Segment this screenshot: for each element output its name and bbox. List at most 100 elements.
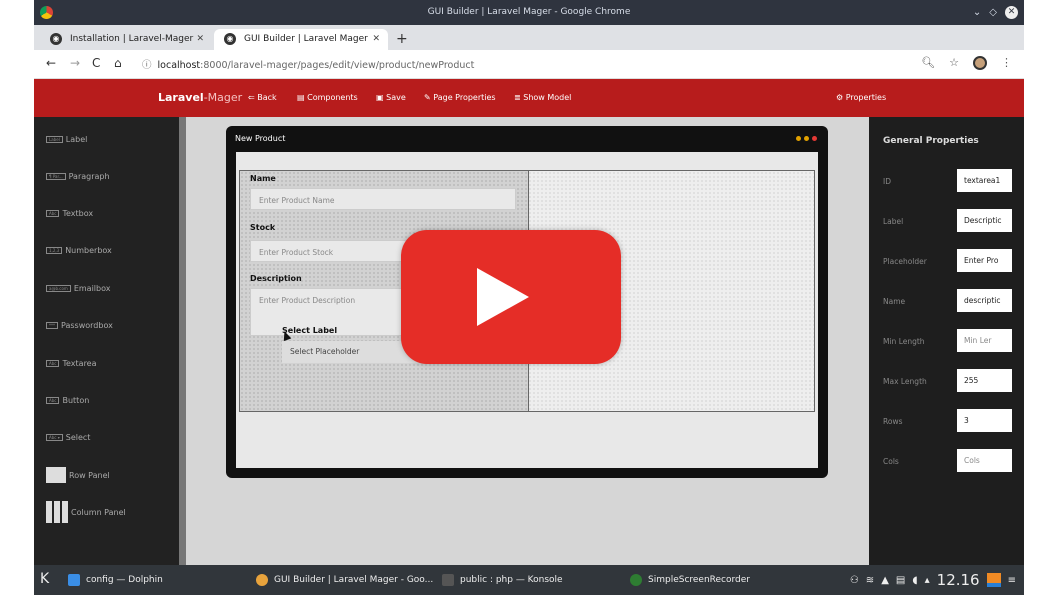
component-numberbox[interactable]: 1,2,3 Numberbox [46,246,112,255]
forward-arrow-icon[interactable]: → [70,56,80,70]
component-passwordbox[interactable]: *** Passwordbox [46,321,113,330]
wifi-icon[interactable]: ≋ [866,575,874,586]
task-label: GUI Builder | Laravel Mager - Goo... [274,575,434,585]
property-input[interactable]: Cols [957,449,1012,472]
tab-strip: ◉ Installation | Laravel-Mager ✕ ◉ GUI B… [34,25,1024,50]
properties-button[interactable]: ⚙ Properties [836,93,886,102]
chrome-icon [40,6,53,19]
lock-icon[interactable]: ▲ [881,575,889,586]
property-label: Cols [883,457,899,466]
property-label: Placeholder [883,257,927,266]
menu-icon[interactable]: ≡ [1008,575,1016,586]
page-properties-label: Page Properties [433,93,496,102]
task-chrome[interactable]: GUI Builder | Laravel Mager - Goo... [256,574,433,586]
user-switcher-icon[interactable] [986,573,1001,587]
component-name: Textarea [62,359,97,368]
show-model-label: Show Model [523,93,572,102]
window-dots [796,136,817,141]
property-input[interactable]: 3 [957,409,1012,432]
brand-rest: -Mager [203,91,243,104]
brand-logo[interactable]: Laravel-Mager [158,91,242,104]
maximize-icon[interactable]: ◇ [989,0,997,25]
dot-icon [804,136,809,141]
menu-dots-icon[interactable]: ⋮ [1001,56,1012,70]
task-konsole[interactable]: public : php — Konsole [442,574,563,586]
back-arrow-icon[interactable]: ← [46,56,56,70]
description-label: Description [250,274,302,283]
component-badge: Abc ▾ [46,434,63,441]
window-title-bar: GUI Builder | Laravel Mager - Google Chr… [34,0,1024,25]
property-input[interactable]: descriptic [957,289,1012,312]
component-label[interactable]: Label Label [46,135,87,144]
component-badge: Abc [46,210,60,217]
network-icon[interactable]: ⚇ [850,575,859,586]
taskbar: K config — Dolphin GUI Builder | Laravel… [34,565,1024,595]
clipboard-icon[interactable]: ▤ [896,575,905,586]
tab-favicon-icon: ◉ [50,33,62,45]
component-emailbox[interactable]: a@b.com Emailbox [46,284,110,293]
component-button[interactable]: Abc Button [46,396,89,405]
components-button[interactable]: ▤ Components [297,93,358,102]
address-actions: 🔍︎ ☆ ⋮ [921,56,1012,70]
property-label: Min Length [883,337,925,346]
component-name: Passwordbox [61,321,113,330]
tab-close-icon[interactable]: ✕ [372,29,380,50]
tab-close-icon[interactable]: ✕ [196,29,204,50]
property-label: Label [883,217,904,226]
row-panel-icon [46,467,66,483]
kde-launcher-icon[interactable]: K [40,571,49,587]
property-input[interactable]: textarea1 [957,169,1012,192]
bookmark-star-icon[interactable]: ☆ [949,56,959,70]
property-input[interactable]: Descriptic [957,209,1012,232]
name-input[interactable]: Enter Product Name [250,188,516,210]
property-input[interactable]: 255 [957,369,1012,392]
component-name: Label [65,135,88,144]
url-field[interactable]: ⓘ localhost:8000/laravel-mager/pages/edit… [142,57,474,71]
info-icon: ⓘ [142,60,152,71]
task-label: public : php — Konsole [460,575,563,585]
component-column-panel[interactable]: Column Panel [46,501,126,523]
dot-icon [812,136,817,141]
zoom-icon[interactable]: 🔍︎ [921,56,935,70]
home-icon[interactable]: ⌂ [114,56,122,70]
properties-panel: General Properties ID textarea1 Label Descr… [869,117,1024,565]
back-button[interactable]: ⇐ Back [248,93,277,102]
minimize-icon[interactable]: ⌄ [973,0,981,25]
tab-gui-builder[interactable]: ◉ GUI Builder | Laravel Mager ✕ [214,29,388,50]
property-input[interactable]: Min Ler [957,329,1012,352]
app-navbar: Laravel-Mager ⇐ Back ▤ Components ▣ Save… [34,79,1024,117]
clock[interactable]: 12.16 [937,571,980,589]
profile-avatar[interactable] [973,56,987,70]
youtube-play-button[interactable] [401,230,621,364]
task-recorder[interactable]: SimpleScreenRecorder [630,574,750,586]
new-tab-icon[interactable]: + [396,29,408,50]
component-name: Emailbox [73,284,111,293]
component-row-panel[interactable]: Row Panel [46,467,110,483]
close-icon[interactable]: ✕ [1005,6,1018,19]
select-placeholder: Select Placeholder [290,347,360,356]
chrome-icon [256,574,268,586]
volume-icon[interactable]: ◖ [912,575,917,586]
window-title: GUI Builder | Laravel Mager - Google Chr… [427,7,631,17]
component-select[interactable]: Abc ▾ Select [46,433,90,442]
component-name: Row Panel [69,470,110,480]
component-paragraph[interactable]: ¶ Par... Paragraph [46,172,110,181]
tab-installation[interactable]: ◉ Installation | Laravel-Mager ✕ [40,29,212,50]
component-name: Select [65,433,91,442]
component-name: Paragraph [68,172,110,181]
show-model-button[interactable]: ≣ Show Model [514,93,571,102]
tray-expand-icon[interactable]: ▴ [925,575,930,586]
property-input[interactable]: Enter Pro [957,249,1012,272]
recorder-icon [630,574,642,586]
save-button[interactable]: ▣ Save [376,93,406,102]
component-textbox[interactable]: Abc Textbox [46,209,93,218]
folder-icon [68,574,80,586]
reload-icon[interactable]: C [92,56,100,70]
page-properties-button[interactable]: ✎ Page Properties [424,93,496,102]
name-label: Name [250,174,276,183]
component-textarea[interactable]: Abc Textarea [46,359,97,368]
property-label: Rows [883,417,903,426]
components-scrollbar[interactable] [179,117,186,565]
task-dolphin[interactable]: config — Dolphin [68,574,163,586]
tab-label: GUI Builder | Laravel Mager [244,34,368,44]
